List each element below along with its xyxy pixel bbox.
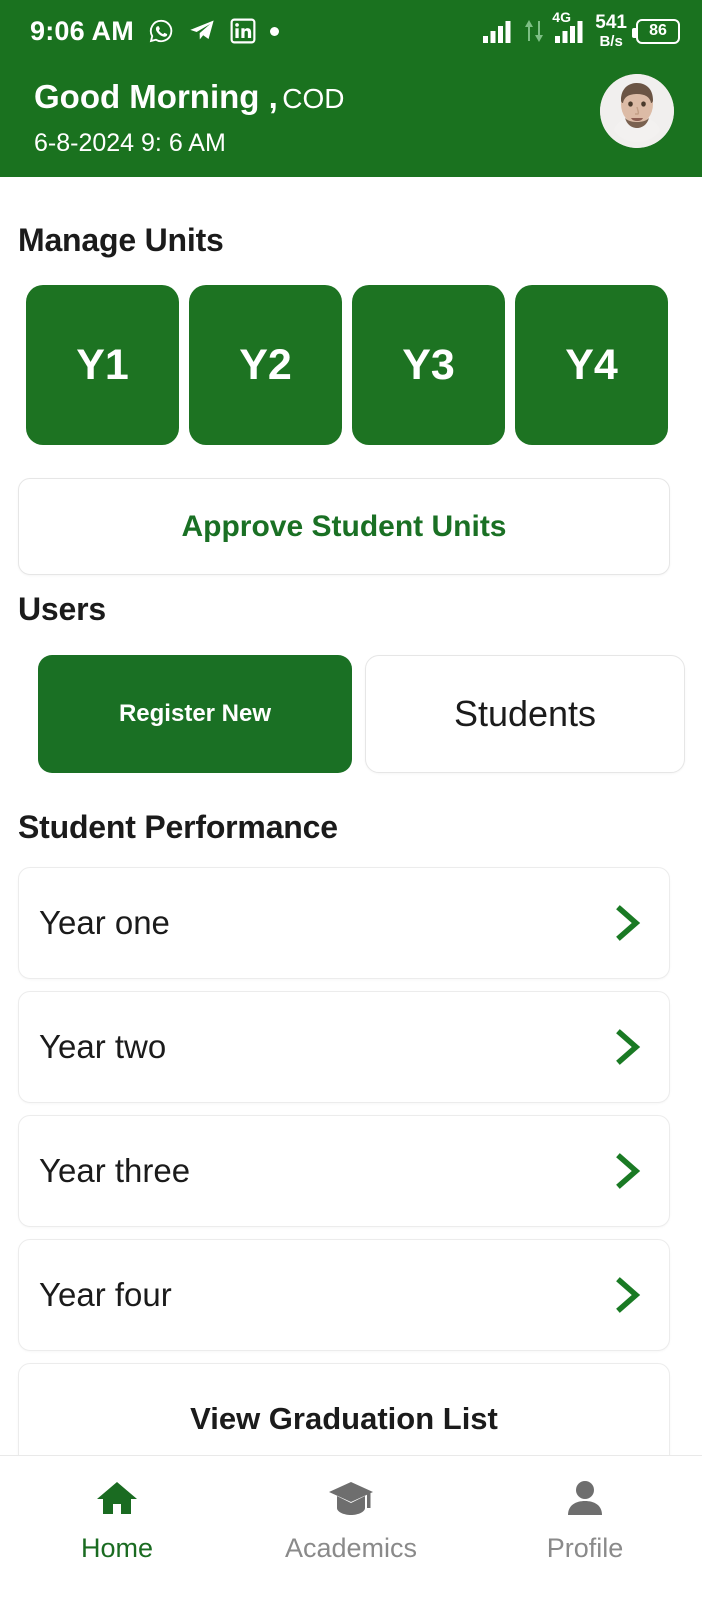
greeting-line: Good Morning , COD	[34, 78, 344, 116]
whatsapp-icon	[148, 18, 174, 44]
avatar[interactable]	[600, 74, 674, 148]
unit-button-y4-label: Y4	[565, 340, 618, 389]
data-speed-unit: B/s	[599, 33, 623, 50]
performance-row-year-four[interactable]: Year four	[18, 1239, 670, 1351]
bottom-navigation: Home Academics Profile	[0, 1455, 702, 1600]
performance-row-label: Year two	[39, 1028, 167, 1065]
student-performance-title: Student Performance	[18, 809, 338, 845]
battery-percent-label: 86	[649, 22, 667, 39]
dot-icon	[269, 26, 279, 36]
status-bar: 9:06 AM 4G 541 B/s 86	[0, 0, 702, 62]
nav-item-academics-label: Academics	[284, 1533, 418, 1563]
student-performance-list: Year one Year two Year three Year four	[18, 867, 670, 1363]
nav-item-home[interactable]: Home	[17, 1478, 217, 1564]
approve-student-units-button[interactable]: Approve Student Units	[18, 478, 670, 575]
unit-button-y3-label: Y3	[402, 340, 455, 389]
nav-item-profile-label: Profile	[546, 1533, 624, 1563]
performance-row-label: Year four	[39, 1276, 172, 1313]
approve-student-units-label: Approve Student Units	[181, 509, 507, 543]
students-button[interactable]: Students	[365, 655, 685, 773]
nav-item-home-label: Home	[80, 1533, 154, 1563]
register-new-label: Register New	[118, 700, 272, 727]
app-header: 9:06 AM 4G 541 B/s 86 Good Morning , COD…	[0, 0, 702, 177]
manage-units-grid: Y1 Y2 Y3 Y4	[26, 285, 672, 445]
performance-row-year-three[interactable]: Year three	[18, 1115, 670, 1227]
unit-button-y2[interactable]: Y2	[189, 285, 342, 445]
unit-button-y4[interactable]: Y4	[515, 285, 668, 445]
data-speed-value: 541	[595, 12, 627, 33]
data-transfer-icon	[523, 18, 545, 44]
unit-button-y3[interactable]: Y3	[352, 285, 505, 445]
users-actions-row: Register New Students	[38, 655, 685, 773]
manage-units-title: Manage Units	[18, 222, 224, 258]
unit-button-y1[interactable]: Y1	[26, 285, 179, 445]
home-icon	[95, 1478, 139, 1523]
network-type-indicator: 4G	[552, 9, 586, 44]
user-name-label: COD	[282, 83, 345, 114]
chevron-right-icon	[611, 903, 645, 943]
chevron-right-icon	[611, 1027, 645, 1067]
unit-button-y1-label: Y1	[76, 340, 129, 389]
network-type-label: 4G	[552, 9, 571, 25]
greeting-comma: ,	[259, 78, 278, 115]
linkedin-icon	[230, 18, 256, 44]
performance-row-year-two[interactable]: Year two	[18, 991, 670, 1103]
view-graduation-list-label: View Graduation List	[190, 1401, 498, 1436]
performance-row-label: Year one	[39, 904, 170, 941]
chevron-right-icon	[611, 1275, 645, 1315]
register-new-button[interactable]: Register New	[38, 655, 352, 773]
performance-row-year-one[interactable]: Year one	[18, 867, 670, 979]
greeting-text: Good Morning , COD 6-8-2024 9: 6 AM	[34, 74, 344, 158]
greeting-row: Good Morning , COD 6-8-2024 9: 6 AM	[34, 74, 674, 158]
users-title: Users	[18, 591, 106, 627]
greeting-label: Good Morning	[34, 78, 260, 115]
app-screen: 9:06 AM 4G 541 B/s 86 Good Morning , COD…	[0, 0, 702, 1600]
person-icon	[565, 1478, 605, 1523]
telegram-icon	[188, 17, 216, 45]
battery-indicator: 86	[632, 18, 680, 44]
header-datetime: 6-8-2024 9: 6 AM	[34, 129, 226, 157]
status-bar-left: 9:06 AM	[30, 16, 279, 47]
chevron-right-icon	[611, 1151, 645, 1191]
performance-row-label: Year three	[39, 1152, 191, 1189]
unit-button-y2-label: Y2	[239, 340, 292, 389]
students-label: Students	[453, 693, 597, 734]
status-bar-right: 4G 541 B/s 86	[482, 9, 680, 49]
graduation-cap-icon	[327, 1478, 375, 1523]
data-speed-indicator: 541 B/s	[595, 13, 627, 49]
signal-bars-icon	[482, 18, 514, 44]
nav-item-academics[interactable]: Academics	[251, 1478, 451, 1564]
main-content: Manage Units Y1 Y2 Y3 Y4 Approve Student…	[0, 177, 702, 1600]
nav-item-profile[interactable]: Profile	[485, 1478, 685, 1564]
status-clock: 9:06 AM	[30, 15, 134, 46]
